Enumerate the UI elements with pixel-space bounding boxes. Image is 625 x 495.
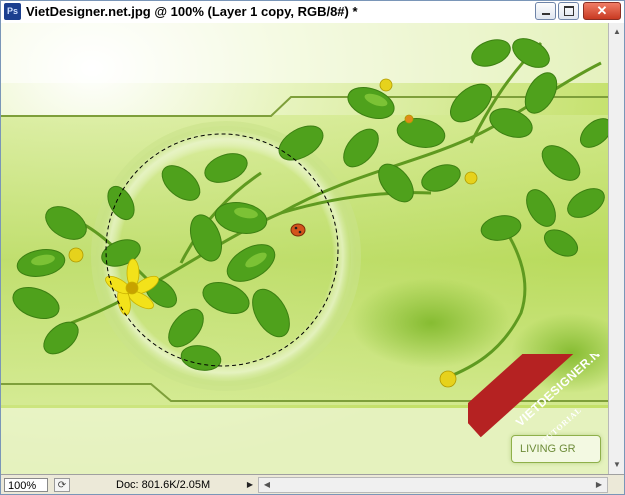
horizontal-scrollbar[interactable]: ◀ ▶ bbox=[258, 477, 608, 493]
title-bar[interactable]: Ps VietDesigner.net.jpg @ 100% (Layer 1 … bbox=[1, 1, 624, 24]
vertical-scrollbar[interactable]: ▲ ▼ bbox=[608, 23, 624, 474]
photoshop-icon[interactable]: Ps bbox=[4, 3, 21, 20]
refresh-icon[interactable]: ⟳ bbox=[54, 478, 70, 492]
image-canvas[interactable]: LIVING GR VIETDESIGNER.NET TUTORIAL bbox=[1, 23, 608, 474]
scroll-up-icon[interactable]: ▲ bbox=[610, 25, 624, 39]
minimize-button[interactable] bbox=[535, 2, 556, 20]
minimize-icon bbox=[541, 13, 550, 15]
close-button[interactable]: ✕ bbox=[583, 2, 621, 20]
scroll-right-icon[interactable]: ▶ bbox=[592, 478, 606, 492]
document-window: Ps VietDesigner.net.jpg @ 100% (Layer 1 … bbox=[0, 0, 625, 495]
document-size-info: Doc: 801.6K/2.05M bbox=[116, 479, 211, 491]
maximize-button[interactable] bbox=[558, 2, 579, 20]
scroll-down-icon[interactable]: ▼ bbox=[610, 458, 624, 472]
zoom-level-field[interactable]: 100% bbox=[4, 478, 48, 492]
watermark-subtext: TUTORIAL bbox=[540, 405, 584, 446]
ladybug bbox=[290, 223, 306, 237]
maximize-icon bbox=[563, 6, 574, 16]
close-icon: ✕ bbox=[596, 3, 608, 18]
window-title: VietDesigner.net.jpg @ 100% (Layer 1 cop… bbox=[26, 4, 358, 19]
status-bar: 100% ⟳ Doc: 801.6K/2.05M ▶ ◀ ▶ bbox=[1, 474, 624, 494]
status-menu-arrow-icon[interactable]: ▶ bbox=[244, 479, 256, 491]
scroll-left-icon[interactable]: ◀ bbox=[260, 478, 274, 492]
vietdesigner-watermark: VIETDESIGNER.NET TUTORIAL bbox=[468, 354, 608, 474]
